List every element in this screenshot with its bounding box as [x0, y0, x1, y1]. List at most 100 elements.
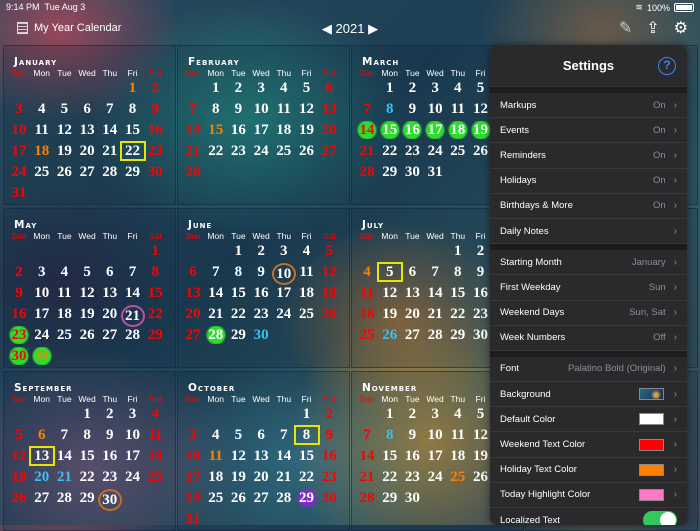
- setting-daily-notes[interactable]: Daily Notes ›: [490, 219, 687, 245]
- day-cell[interactable]: 10: [271, 263, 296, 285]
- day-cell[interactable]: 30: [249, 326, 273, 344]
- day-cell[interactable]: 25: [446, 142, 470, 160]
- day-cell[interactable]: 13: [181, 284, 205, 302]
- day-cell[interactable]: 4: [272, 79, 296, 97]
- day-cell[interactable]: 14: [204, 284, 228, 302]
- day-cell[interactable]: 5: [52, 100, 76, 118]
- day-cell[interactable]: 7: [423, 263, 447, 281]
- day-cell[interactable]: 30: [143, 163, 167, 181]
- day-cell[interactable]: 4: [143, 405, 167, 423]
- day-cell[interactable]: 1: [378, 79, 402, 97]
- day-cell[interactable]: 21: [52, 468, 76, 486]
- day-cell[interactable]: 17: [121, 447, 145, 465]
- day-cell[interactable]: 9: [400, 426, 424, 444]
- day-cell[interactable]: 9: [226, 100, 250, 118]
- day-cell[interactable]: 9: [98, 426, 122, 444]
- day-cell[interactable]: 20: [75, 142, 99, 160]
- day-cell[interactable]: 25: [143, 468, 167, 486]
- day-cell[interactable]: 17: [272, 284, 296, 302]
- day-cell[interactable]: 26: [75, 326, 99, 344]
- day-cell[interactable]: 15: [204, 121, 228, 139]
- day-cell[interactable]: 28: [423, 326, 447, 344]
- day-cell[interactable]: 18: [204, 468, 228, 486]
- day-cell[interactable]: 25: [355, 326, 379, 344]
- day-cell[interactable]: 23: [226, 142, 250, 160]
- month-january[interactable]: January Sun Mon Tue Wed Thu Fri Sat 1 2 3 4 5 6 7 8 9 10 1…: [3, 45, 176, 205]
- day-cell[interactable]: 3: [7, 100, 31, 118]
- day-cell[interactable]: 28: [181, 163, 205, 181]
- day-cell[interactable]: 11: [30, 121, 54, 139]
- month-june[interactable]: June Sun Mon Tue Wed Thu Fri Sat 1 2 3 4 5 6 7 8 9 10 11 12…: [177, 208, 350, 368]
- day-cell[interactable]: 8: [378, 426, 402, 444]
- day-cell[interactable]: 20: [98, 305, 122, 323]
- day-cell[interactable]: 14: [355, 121, 379, 139]
- day-cell[interactable]: 5: [75, 263, 99, 281]
- month-october[interactable]: October Sun Mon Tue Wed Thu Fri Sat 1 2 3 4 5 6 7 8 9 10 1…: [177, 371, 350, 531]
- day-cell[interactable]: 14: [272, 447, 296, 465]
- day-cell[interactable]: 21: [181, 142, 205, 160]
- day-cell[interactable]: 8: [75, 426, 99, 444]
- day-cell[interactable]: 19: [75, 305, 99, 323]
- day-cell[interactable]: 17: [30, 305, 54, 323]
- day-cell[interactable]: 29: [378, 163, 402, 181]
- day-cell[interactable]: 27: [249, 489, 273, 507]
- day-cell[interactable]: 24: [249, 142, 273, 160]
- day-cell[interactable]: 2: [249, 242, 273, 260]
- day-cell[interactable]: 22: [204, 142, 228, 160]
- day-cell[interactable]: 16: [98, 447, 122, 465]
- day-cell[interactable]: 14: [98, 121, 122, 139]
- day-cell[interactable]: 30: [317, 489, 341, 507]
- setting-reminders[interactable]: Reminders On ›: [490, 143, 687, 169]
- day-cell[interactable]: 15: [377, 121, 402, 139]
- day-cell[interactable]: 21: [355, 468, 379, 486]
- day-cell[interactable]: 1: [75, 405, 99, 423]
- day-cell[interactable]: 28: [355, 163, 379, 181]
- day-cell[interactable]: 29: [294, 489, 319, 507]
- day-cell[interactable]: 17: [423, 447, 447, 465]
- day-cell[interactable]: 5: [469, 79, 493, 97]
- day-cell[interactable]: 12: [378, 284, 402, 302]
- day-cell[interactable]: 31: [29, 347, 54, 365]
- day-cell[interactable]: 4: [355, 263, 379, 281]
- day-cell[interactable]: 25: [295, 305, 319, 323]
- day-cell[interactable]: 26: [317, 305, 341, 323]
- day-cell[interactable]: 4: [30, 100, 54, 118]
- day-cell[interactable]: 7: [181, 100, 205, 118]
- day-cell[interactable]: 18: [355, 305, 379, 323]
- day-cell[interactable]: 20: [317, 121, 341, 139]
- day-cell[interactable]: 2: [226, 79, 250, 97]
- day-cell[interactable]: 27: [75, 163, 99, 181]
- day-cell[interactable]: 3: [249, 79, 273, 97]
- app-menu-button[interactable]: My Year Calendar: [17, 22, 121, 34]
- day-cell[interactable]: 5: [295, 79, 319, 97]
- day-cell[interactable]: 1: [378, 405, 402, 423]
- day-cell[interactable]: 24: [423, 468, 447, 486]
- day-cell[interactable]: 25: [52, 326, 76, 344]
- day-cell[interactable]: 11: [446, 426, 470, 444]
- day-cell[interactable]: 16: [143, 121, 167, 139]
- day-cell[interactable]: 1: [143, 242, 167, 260]
- day-cell[interactable]: 24: [423, 142, 447, 160]
- setting-weekend-days[interactable]: Weekend Days Sun, Sat ›: [490, 301, 687, 326]
- day-cell[interactable]: 7: [204, 263, 228, 281]
- day-cell[interactable]: 16: [400, 121, 425, 139]
- day-cell[interactable]: 18: [30, 142, 54, 160]
- day-cell[interactable]: 23: [469, 305, 493, 323]
- day-cell[interactable]: 25: [30, 163, 54, 181]
- day-cell[interactable]: 18: [445, 121, 470, 139]
- day-cell[interactable]: 10: [423, 100, 447, 118]
- day-cell[interactable]: 18: [295, 284, 319, 302]
- day-cell[interactable]: 12: [469, 426, 493, 444]
- day-cell[interactable]: 21: [272, 468, 296, 486]
- day-cell[interactable]: 15: [226, 284, 250, 302]
- day-cell[interactable]: 12: [7, 447, 31, 465]
- day-cell[interactable]: 12: [317, 263, 341, 281]
- day-cell[interactable]: 28: [355, 489, 379, 507]
- day-cell[interactable]: 25: [204, 489, 228, 507]
- day-cell[interactable]: 7: [121, 263, 145, 281]
- day-cell[interactable]: 27: [317, 142, 341, 160]
- day-cell[interactable]: 19: [7, 468, 31, 486]
- day-cell[interactable]: 24: [7, 163, 31, 181]
- day-cell[interactable]: 23: [317, 468, 341, 486]
- day-cell[interactable]: 31: [181, 510, 205, 528]
